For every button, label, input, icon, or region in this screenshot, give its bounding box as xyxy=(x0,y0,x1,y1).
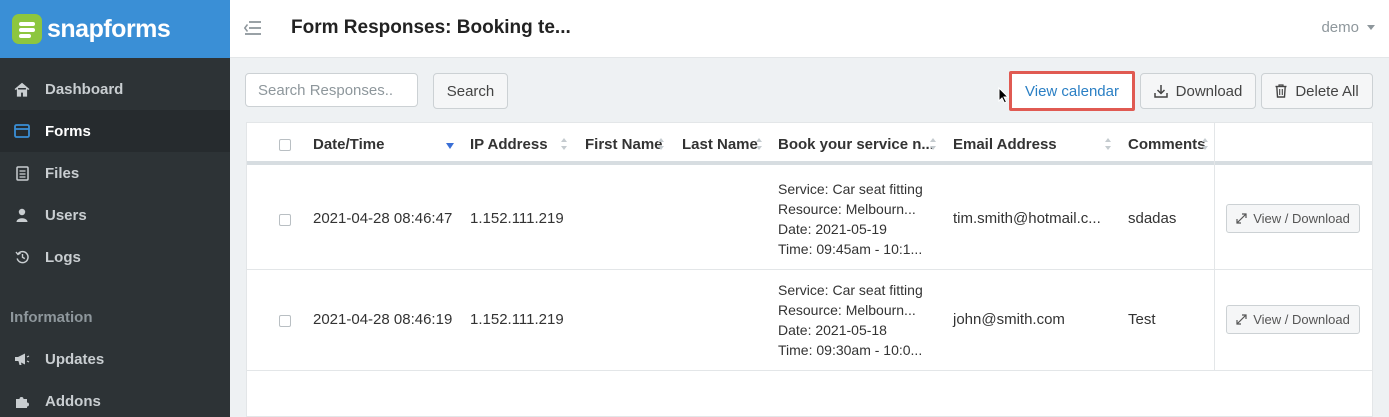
sidebar-item-label: Updates xyxy=(45,350,105,368)
snapforms-logo-icon xyxy=(12,14,42,44)
row-checkbox[interactable] xyxy=(279,214,291,226)
view-download-label: View / Download xyxy=(1253,312,1350,327)
user-menu[interactable]: demo xyxy=(1321,19,1375,36)
megaphone-icon xyxy=(14,351,30,367)
brand-name: snapforms xyxy=(47,14,171,43)
top-bar: Form Responses: Booking te... demo xyxy=(230,0,1389,58)
booking-date: Date: 2021-05-18 xyxy=(778,322,887,338)
user-icon xyxy=(14,207,30,223)
booking-resource: Resource: Melbourn... xyxy=(778,201,916,217)
download-label: Download xyxy=(1175,82,1243,100)
booking-service: Service: Car seat fitting xyxy=(778,282,923,298)
sidebar-item-label: Addons xyxy=(45,392,101,410)
column-header-booking[interactable]: Book your service n... xyxy=(778,123,934,165)
view-calendar-button[interactable]: View calendar xyxy=(1009,71,1135,111)
column-header-comments[interactable]: Comments xyxy=(1128,123,1206,165)
download-button[interactable]: Download xyxy=(1140,73,1256,109)
history-icon xyxy=(14,249,30,265)
sidebar-item-addons[interactable]: Addons xyxy=(0,380,230,417)
sidebar-item-label: Dashboard xyxy=(45,80,124,98)
sidebar-item-label: Users xyxy=(45,206,87,224)
cell-email: john@smith.com xyxy=(953,311,1065,328)
file-icon xyxy=(14,165,30,181)
expand-icon xyxy=(1236,213,1247,224)
sidebar-item-label: Files xyxy=(45,164,80,182)
brand-logo[interactable]: snapforms xyxy=(0,0,230,58)
responses-table: Date/Time IP Address First Name Last Nam… xyxy=(246,122,1373,417)
cell-ip: 1.152.111.219 xyxy=(470,311,564,328)
column-header-first-name[interactable]: First Name xyxy=(585,123,663,165)
sidebar-item-logs[interactable]: Logs xyxy=(0,236,230,278)
download-icon xyxy=(1153,84,1168,98)
page-title: Form Responses: Booking te... xyxy=(291,17,571,38)
booking-resource: Resource: Melbourn... xyxy=(778,302,916,318)
table-header: Date/Time IP Address First Name Last Nam… xyxy=(247,123,1372,165)
sort-icon[interactable] xyxy=(1105,138,1112,150)
sort-icon[interactable] xyxy=(930,138,937,150)
booking-service: Service: Car seat fitting xyxy=(778,181,923,197)
menu-toggle-icon[interactable] xyxy=(243,20,262,36)
cell-datetime: 2021-04-28 08:46:47 xyxy=(313,210,453,227)
view-download-button[interactable]: View / Download xyxy=(1226,305,1360,334)
booking-time: Time: 09:30am - 10:0... xyxy=(778,342,923,358)
chevron-down-icon xyxy=(1367,25,1375,30)
sidebar-item-label: Forms xyxy=(45,122,91,140)
table-row: 2021-04-28 08:46:19 1.152.111.219 Servic… xyxy=(247,270,1372,371)
sort-icon[interactable] xyxy=(1202,138,1209,150)
view-calendar-label: View calendar xyxy=(1025,82,1119,100)
sidebar-item-label: Logs xyxy=(45,248,81,266)
cell-comments: Test xyxy=(1128,311,1156,328)
view-download-button[interactable]: View / Download xyxy=(1226,204,1360,233)
cell-booking: Service: Car seat fitting Resource: Melb… xyxy=(778,179,923,259)
column-header-datetime[interactable]: Date/Time xyxy=(313,123,384,165)
delete-all-label: Delete All xyxy=(1295,82,1359,100)
sort-icon[interactable] xyxy=(561,138,568,150)
sidebar: snapforms Dashboard Forms Files Users Lo… xyxy=(0,0,230,417)
cell-comments: sdadas xyxy=(1128,210,1177,227)
user-name: demo xyxy=(1321,19,1359,36)
sidebar-item-forms[interactable]: Forms xyxy=(0,110,230,152)
cell-email: tim.smith@hotmail.c... xyxy=(953,210,1101,227)
view-download-label: View / Download xyxy=(1253,211,1350,226)
table-row: 2021-04-28 08:46:47 1.152.111.219 Servic… xyxy=(247,169,1372,270)
column-header-ip[interactable]: IP Address xyxy=(470,123,548,165)
forms-icon xyxy=(14,123,30,139)
sidebar-item-users[interactable]: Users xyxy=(0,194,230,236)
booking-time: Time: 09:45am - 10:1... xyxy=(778,241,923,257)
puzzle-icon xyxy=(14,393,30,409)
select-all-checkbox[interactable] xyxy=(279,139,291,151)
sidebar-item-updates[interactable]: Updates xyxy=(0,338,230,380)
search-input[interactable] xyxy=(245,73,418,107)
search-button[interactable]: Search xyxy=(433,73,508,109)
sidebar-item-files[interactable]: Files xyxy=(0,152,230,194)
column-header-last-name[interactable]: Last Name xyxy=(682,123,758,165)
column-header-email[interactable]: Email Address xyxy=(953,123,1057,165)
expand-icon xyxy=(1236,314,1247,325)
row-checkbox[interactable] xyxy=(279,315,291,327)
sort-icon[interactable] xyxy=(658,138,665,150)
cell-ip: 1.152.111.219 xyxy=(470,210,564,227)
delete-all-button[interactable]: Delete All xyxy=(1261,73,1373,109)
cell-booking: Service: Car seat fitting Resource: Melb… xyxy=(778,280,923,360)
mouse-cursor-icon xyxy=(998,86,1010,109)
sidebar-item-dashboard[interactable]: Dashboard xyxy=(0,68,230,110)
search-button-label: Search xyxy=(446,82,495,100)
sidebar-section-heading: Information xyxy=(10,308,93,326)
booking-date: Date: 2021-05-19 xyxy=(778,221,887,237)
sort-icon[interactable] xyxy=(756,138,763,150)
sort-desc-icon[interactable] xyxy=(446,143,454,149)
home-icon xyxy=(14,81,30,97)
trash-icon xyxy=(1275,84,1287,98)
cell-datetime: 2021-04-28 08:46:19 xyxy=(313,311,453,328)
